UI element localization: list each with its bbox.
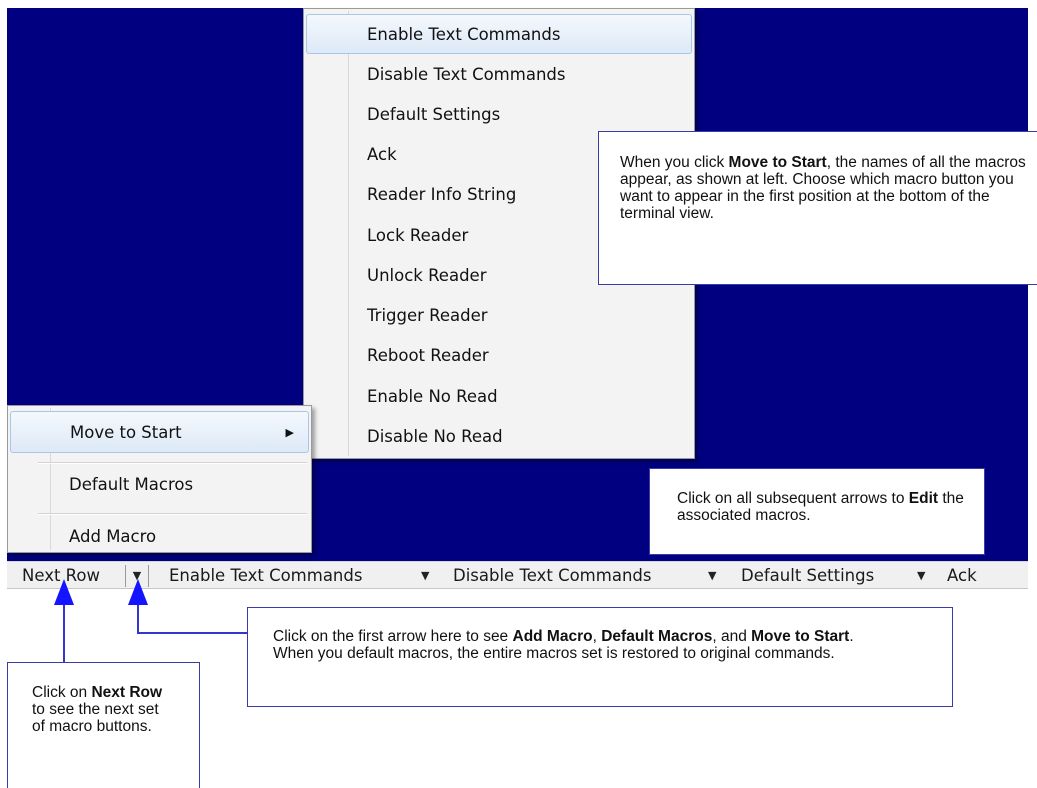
callout-text: to see the next set of macro buttons. (32, 701, 159, 735)
menu-item-add-macro[interactable]: Add Macro (10, 517, 309, 557)
macro-button-3[interactable]: Default Settings (741, 566, 874, 586)
menu-item-label: Default Settings (367, 105, 501, 124)
menu-separator (38, 462, 307, 464)
menu-item-label: Reader Info String (367, 185, 517, 204)
menu-item-label: Reboot Reader (367, 346, 489, 365)
menu-item-label: Enable No Read (367, 387, 498, 406)
callout-text: , and (712, 628, 752, 645)
callout-text: When you default macros, the entire macr… (273, 645, 835, 662)
callout-bold-text: Next Row (91, 684, 163, 701)
callout-text: Click on the first arrow here to see (273, 628, 513, 645)
macro-context-menu: Move to Start ▶ Default Macros Add Macro (7, 405, 312, 553)
menu-item-label: Lock Reader (367, 226, 469, 245)
menu-item-enable-no-read[interactable]: Enable No Read (306, 377, 692, 417)
macro-button-2[interactable]: Disable Text Commands (453, 566, 651, 586)
menu-item-label: Default Macros (69, 475, 194, 494)
callout-move-to-start: When you click Move to Start, the names … (598, 131, 1037, 285)
callout-bold-text: Edit (908, 490, 939, 507)
callout-text: . (849, 628, 854, 645)
connector-line (137, 600, 139, 634)
menu-item-label: Trigger Reader (367, 306, 488, 325)
menu-item-disable-text-commands[interactable]: Disable Text Commands (306, 55, 692, 95)
callout-bold-text: Default Macros (601, 628, 713, 645)
menu-item-reboot-reader[interactable]: Reboot Reader (306, 336, 692, 376)
callout-bold-text: Add Macro (512, 628, 593, 645)
menu-item-label: Disable Text Commands (367, 65, 566, 84)
macro-button-1[interactable]: Enable Text Commands (169, 566, 362, 586)
next-row-arrow-icon (54, 579, 74, 605)
menu-item-label: Move to Start (70, 423, 182, 442)
menu-item-disable-no-read[interactable]: Disable No Read (306, 417, 692, 457)
callout-bold-text: Move to Start (751, 628, 850, 645)
callout-text: , (592, 628, 602, 645)
macro-2-arrow-button[interactable]: ▼ (708, 566, 716, 586)
menu-item-default-settings[interactable]: Default Settings (306, 95, 692, 135)
submenu-arrow-icon: ▶ (285, 426, 294, 439)
menu-item-label: Ack (367, 145, 397, 164)
menu-item-default-macros[interactable]: Default Macros (10, 465, 309, 505)
menu-separator (38, 513, 307, 515)
menu-item-move-to-start[interactable]: Move to Start ▶ (10, 411, 309, 453)
callout-bold-text: Move to Start (728, 154, 827, 171)
callout-next-row: Click on Next Row to see the next set of… (7, 662, 200, 788)
connector-line (63, 600, 65, 663)
menu-item-label: Disable No Read (367, 427, 503, 446)
macro-button-4[interactable]: Ack (947, 566, 977, 586)
macro-1-arrow-button[interactable]: ▼ (421, 566, 429, 586)
callout-text: When you click (620, 154, 729, 171)
macro-3-arrow-button[interactable]: ▼ (917, 566, 925, 586)
connector-line (137, 632, 248, 634)
menu-item-enable-text-commands[interactable]: Enable Text Commands (306, 14, 692, 54)
macro-toolbar: Next Row ▼ Enable Text Commands ▼ Disabl… (7, 561, 1028, 589)
first-arrow-pointer-icon (128, 579, 148, 605)
menu-item-label: Enable Text Commands (367, 25, 561, 44)
callout-text: Click on (32, 684, 92, 701)
callout-subsequent-arrows: Click on all subsequent arrows to Edit t… (649, 468, 985, 555)
callout-first-arrow: Click on the first arrow here to see Add… (247, 607, 953, 707)
menu-item-trigger-reader[interactable]: Trigger Reader (306, 296, 692, 336)
callout-text: Click on all subsequent arrows to (677, 490, 909, 507)
menu-item-label: Unlock Reader (367, 266, 487, 285)
menu-item-label: Add Macro (69, 527, 157, 546)
